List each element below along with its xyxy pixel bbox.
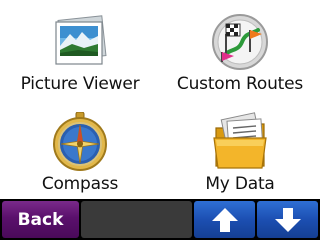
custom-routes-icon <box>212 14 268 70</box>
my-data-label: My Data <box>205 174 275 194</box>
back-button-label: Back <box>17 209 64 230</box>
compass-tile[interactable]: Compass <box>0 104 160 200</box>
scroll-down-button[interactable] <box>257 201 318 238</box>
toolbar-empty-slot <box>81 201 192 238</box>
app-menu-grid: Picture Viewer Custom Routes Compass My … <box>0 0 320 199</box>
custom-routes-tile[interactable]: Custom Routes <box>160 4 320 100</box>
arrow-down-icon <box>274 207 301 232</box>
my-data-tile[interactable]: My Data <box>160 104 320 200</box>
custom-routes-label: Custom Routes <box>176 74 304 94</box>
arrow-up-icon <box>211 207 238 232</box>
scroll-up-button[interactable] <box>194 201 255 238</box>
compass-label: Compass <box>41 174 119 194</box>
picture-viewer-label: Picture Viewer <box>20 74 140 94</box>
picture-viewer-icon <box>55 15 107 65</box>
folder-icon <box>213 112 267 169</box>
compass-icon <box>53 112 107 171</box>
back-button[interactable]: Back <box>2 201 79 238</box>
picture-viewer-tile[interactable]: Picture Viewer <box>0 4 160 100</box>
